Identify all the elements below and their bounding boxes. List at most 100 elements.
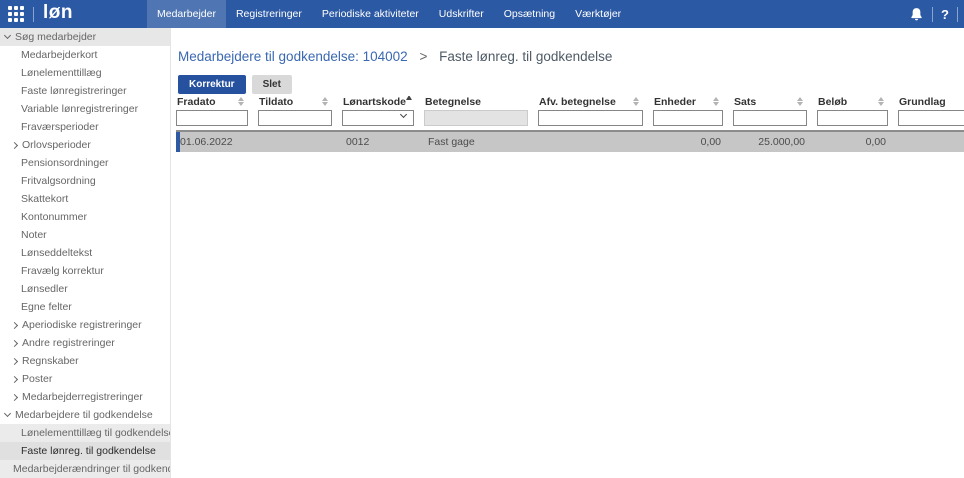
sidebar-item-medarbejderregistreringer[interactable]: Medarbejderregistreringer [0,388,170,406]
column-header-enheder[interactable]: Enheder [653,96,733,108]
sidebar-item-andre-registreringer[interactable]: Andre registreringer [0,334,170,352]
chevron-down-icon [399,110,408,119]
sidebar-item-label: Kontonummer [21,211,87,223]
sidebar-item-label: Skattekort [21,193,69,205]
table-row[interactable]: 01.06.2022 0012 Fast gage 0,00 25.000,00 0,00… [176,132,964,152]
grid-header-row: Fradato Tildato Lønartskode Betegnelse Afv. … [176,96,964,108]
sidebar-item-label: Lønelementtillæg til godkendelse [21,427,171,439]
sort-ascending-icon [406,96,413,100]
sidebar-item-faste-lønreg-til-godkendelse[interactable]: Faste lønreg. til godkendelse [0,442,170,460]
sidebar-item-egne-felter[interactable]: Egne felter [0,298,170,316]
column-header-afv-betegnelse[interactable]: Afv. betegnelse [538,96,653,108]
sidebar-item-skattekort[interactable]: Skattekort [0,190,170,208]
sidebar-item-lønelementtillæg-til-godkendelse[interactable]: Lønelementtillæg til godkendelse [0,424,170,442]
breadcrumb-separator: > [419,49,428,64]
sort-icon [322,97,328,106]
help-icon[interactable]: ? [941,7,949,22]
filter-select-lønartskode[interactable] [342,110,414,126]
sidebar-item-label: Medarbejdere til godkendelse [15,409,153,421]
sidebar-item-orlovsperioder[interactable]: Orlovsperioder [0,136,170,154]
sidebar-item-fraværsperioder[interactable]: Fraværsperioder [0,118,170,136]
sidebar-item-label: Medarbejderregistreringer [22,391,143,403]
sidebar-item-fritvalgsordning[interactable]: Fritvalgsordning [0,172,170,190]
cell-enheder: 0,00 [700,136,721,148]
data-grid: Fradato Tildato Lønartskode Betegnelse Afv. … [172,96,964,152]
filter-cell-sats [733,110,817,126]
column-header-grundlag[interactable]: Grundlag [898,96,964,108]
column-header-fradato[interactable]: Fradato [176,96,258,108]
top-bar: løn Medarbejder Registreringer Periodiske … [0,0,964,28]
column-header-beløb[interactable]: Beløb [817,96,898,108]
slet-button[interactable]: Slet [251,75,292,94]
cell-betegnelse: Fast gage [428,136,475,148]
filter-cell-betegnelse [424,110,538,126]
sidebar-item-aperiodiske-registreringer[interactable]: Aperiodiske registreringer [0,316,170,334]
filter-input-betegnelse [424,110,528,126]
sidebar-item-kontonummer[interactable]: Kontonummer [0,208,170,226]
chevron-right-icon [10,321,19,329]
sidebar-item-regnskaber[interactable]: Regnskaber [0,352,170,370]
filter-input-enheder[interactable] [653,110,723,126]
breadcrumb-link[interactable]: Medarbejdere til godkendelse: 104002 [178,49,408,64]
column-header-sats[interactable]: Sats [733,96,817,108]
filter-cell-afv-betegnelse [538,110,653,126]
cell-sats: 25.000,00 [758,136,805,148]
nav-item-udskrifter[interactable]: Udskrifter [429,0,494,28]
bell-icon[interactable] [909,7,924,22]
chevron-right-icon [10,141,19,149]
filter-input-fradato[interactable] [176,110,248,126]
column-header-betegnelse[interactable]: Betegnelse [424,96,538,108]
filter-input-tildato[interactable] [258,110,332,126]
filter-input-sats[interactable] [733,110,807,126]
sidebar-item-pensionsordninger[interactable]: Pensionsordninger [0,154,170,172]
sidebar-item-variable-lønregistreringer[interactable]: Variable lønregistreringer [0,100,170,118]
sort-down-arrow [878,102,884,106]
sort-up-arrow [322,97,328,101]
filter-cell-beløb [817,110,898,126]
sidebar-item-label: Fritvalgsordning [21,175,96,187]
korrektur-button[interactable]: Korrektur [178,75,246,94]
sidebar-item-søg-medarbejder[interactable]: Søg medarbejder [0,28,170,46]
cell-grundlag: 0,00 [898,136,964,148]
sidebar-item-lønseddeltekst[interactable]: Lønseddeltekst [0,244,170,262]
chevron-right-icon [10,339,19,347]
sort-up-arrow [878,97,884,101]
nav-item-periodiske-aktiviteter[interactable]: Periodiske aktiviteter [312,0,429,28]
filter-input-grundlag[interactable] [898,110,964,126]
sidebar-item-lønelementtillæg[interactable]: Lønelementtillæg [0,64,170,82]
sort-down-arrow [633,102,639,106]
column-header-tildato[interactable]: Tildato [258,96,342,108]
sidebar-item-label: Medarbejderkort [21,49,98,61]
sidebar-item-poster[interactable]: Poster [0,370,170,388]
filter-input-beløb[interactable] [817,110,888,126]
app-grid-icon[interactable] [8,6,24,22]
sort-down-arrow [238,102,244,106]
sidebar-item-label: Aperiodiske registreringer [22,319,142,331]
nav-item-registreringer[interactable]: Registreringer [226,0,312,28]
top-nav: Medarbejder Registreringer Periodiske akti… [147,0,631,28]
column-header-label: Beløb [818,96,848,108]
filter-input-afv-betegnelse[interactable] [538,110,643,126]
grid-body: 01.06.2022 0012 Fast gage 0,00 25.000,00 0,00… [176,132,964,152]
sidebar-item-fravælg-korrektur[interactable]: Fravælg korrektur [0,262,170,280]
topbar-divider [957,6,958,22]
column-header-lønartskode[interactable]: Lønartskode [342,96,424,108]
sidebar-item-faste-lønregistreringer[interactable]: Faste lønregistreringer [0,82,170,100]
sidebar-item-label: Variable lønregistreringer [21,103,139,115]
sidebar-item-medarbejdere-til-godkendelse[interactable]: Medarbejdere til godkendelse [0,406,170,424]
column-header-label: Betegnelse [425,96,482,108]
sidebar-item-medarbejderkort[interactable]: Medarbejderkort [0,46,170,64]
sidebar-item-label: Andre registreringer [22,337,115,349]
sidebar-item-label: Medarbejderændringer til godkendelse [13,463,170,475]
nav-item-medarbejder[interactable]: Medarbejder [147,0,226,28]
sidebar-item-medarbejderændringer-til-godkendelse[interactable]: Medarbejderændringer til godkendelse [0,460,170,478]
sidebar-item-label: Fravælg korrektur [21,265,104,277]
sort-up-arrow [713,97,719,101]
sidebar-item-label: Egne felter [21,301,72,313]
sidebar-item-noter[interactable]: Noter [0,226,170,244]
sort-icon [713,97,719,106]
chevron-right-icon [10,375,19,383]
sidebar-item-lønsedler[interactable]: Lønsedler [0,280,170,298]
nav-item-opsætning[interactable]: Opsætning [494,0,565,28]
nav-item-værktøjer[interactable]: Værktøjer [565,0,631,28]
